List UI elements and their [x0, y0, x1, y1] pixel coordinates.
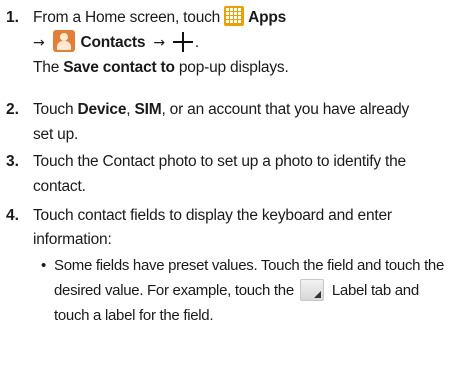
note-text: pop-up displays.: [174, 59, 289, 77]
contacts-label: Contacts: [80, 34, 146, 52]
step-text: , or an account that you have already: [161, 101, 410, 118]
arrow-icon: →: [33, 35, 45, 52]
bullet-text: Some fields have preset values. Touch th…: [54, 256, 468, 326]
instructions-page: 1. From a Home screen, touch Apps → Conta…: [0, 0, 472, 365]
step-1-note: The Save contact to pop-up displays.: [33, 58, 469, 78]
step-text: Touch: [33, 101, 78, 118]
step-2-line-2: set up.: [33, 126, 79, 143]
step-text: From a Home screen, touch: [33, 9, 221, 27]
step-2-line-1: Touch Device, SIM, or an account that yo…: [33, 100, 469, 120]
bullet-line-3: touch a label for the field.: [54, 307, 214, 324]
step-4-line-1: Touch contact fields to display the keyb…: [33, 207, 392, 224]
step-number: 2.: [6, 101, 19, 118]
step-3-line-1: Touch the Contact photo to set up a phot…: [33, 153, 406, 170]
step-body: From a Home screen, touch Apps → Contacts…: [33, 6, 469, 78]
device-label: Device: [77, 101, 127, 118]
step-3-line-2: contact.: [33, 178, 86, 195]
step-1-line-2: → Contacts →.: [33, 30, 469, 54]
sim-label: SIM: [134, 101, 162, 118]
step-4-line-2: information:: [33, 231, 112, 248]
bullet-icon: •: [41, 257, 47, 274]
step-body: Touch the Contact photo to set up a phot…: [33, 152, 469, 197]
contacts-icon: [52, 30, 75, 53]
step-1-line-1: From a Home screen, touch Apps: [33, 6, 469, 28]
note-text: The: [33, 59, 64, 77]
step-body: Touch Device, SIM, or an account that yo…: [33, 100, 469, 145]
apps-icon: [224, 6, 245, 26]
period: .: [194, 34, 199, 52]
step-number: 3.: [6, 153, 19, 170]
save-contact-to-label: Save contact to: [63, 59, 175, 77]
arrow-icon: →: [153, 35, 165, 52]
step-number: 1.: [6, 9, 19, 26]
step-number: 4.: [6, 207, 19, 224]
bullet-text-segment: Label tab and: [331, 281, 419, 299]
apps-label: Apps: [248, 9, 287, 27]
step-body: Touch contact fields to display the keyb…: [33, 206, 469, 250]
label-tab-icon: [299, 279, 324, 301]
plus-icon: [172, 32, 193, 53]
bullet-text-segment: desired value. For example, touch the: [54, 281, 294, 299]
bullet-line-1: Some fields have preset values. Touch th…: [54, 257, 445, 274]
bullet-line-2: desired value. For example, touch the Lab…: [54, 279, 468, 302]
